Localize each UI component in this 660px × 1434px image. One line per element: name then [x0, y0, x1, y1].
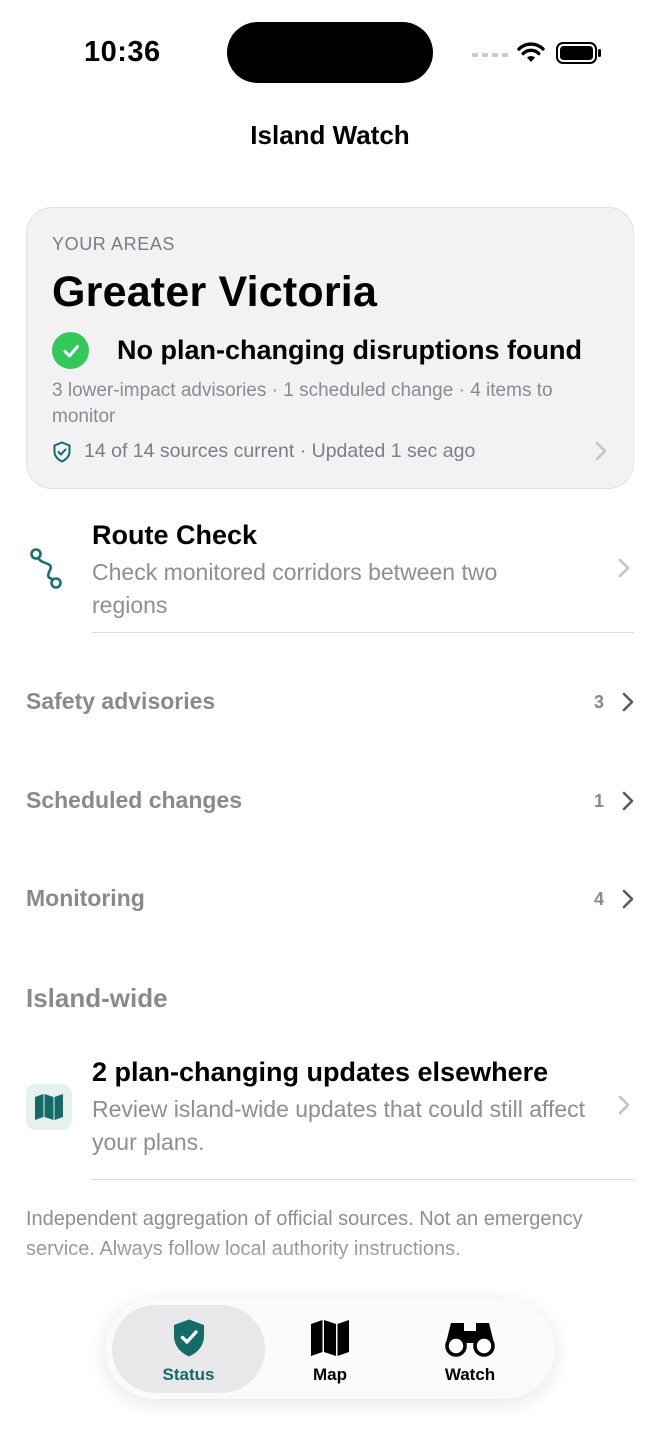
route-check-row[interactable]: Route Check Check monitored corridors be… — [0, 518, 660, 634]
nav-title: Island Watch — [250, 120, 410, 150]
section-label: Safety advisories — [26, 688, 216, 714]
map-icon — [26, 1084, 72, 1130]
chevron-right-icon — [595, 441, 607, 461]
screen: 10:36 Island Watch YOUR AREAS Greater Vi… — [0, 0, 660, 1434]
route-check-subtitle: Check monitored corridors between two re… — [92, 559, 498, 618]
island-wide-updates-row[interactable]: 2 plan-changing updates elsewhere Review… — [0, 1055, 660, 1181]
divider — [92, 632, 634, 633]
tab-label: Watch — [444, 1365, 496, 1384]
tab-watch[interactable]: Watch — [400, 1305, 540, 1393]
chevron-right-icon — [622, 889, 634, 909]
binoculars-icon — [445, 1323, 495, 1357]
section-label: Scheduled changes — [26, 787, 243, 813]
section-count: 1 — [593, 791, 604, 811]
wifi-icon — [517, 42, 545, 62]
tab-label: Map — [313, 1365, 347, 1384]
map-icon — [311, 1320, 349, 1356]
island-wide-heading: Island-wide — [26, 983, 168, 1013]
tab-map[interactable]: Map — [260, 1305, 400, 1393]
chevron-right-icon — [622, 791, 634, 811]
section-row-safety-advisories[interactable]: Safety advisories 3 — [26, 682, 634, 722]
section-count: 4 — [593, 889, 604, 909]
status-bar: 10:36 — [0, 0, 660, 100]
area-summary-text: 3 lower-impact advisories · 1 scheduled … — [52, 380, 553, 427]
island-wide-title: 2 plan-changing updates elsewhere — [92, 1057, 549, 1087]
cellular-signal-icon — [472, 53, 508, 57]
battery-icon — [556, 42, 601, 64]
status-headline: No plan-changing disruptions found — [117, 335, 582, 365]
chevron-right-icon — [618, 1095, 630, 1115]
section-row-scheduled-changes[interactable]: Scheduled changes 1 — [26, 781, 634, 821]
check-circle-icon — [52, 332, 89, 369]
route-check-title: Route Check — [92, 520, 258, 550]
tab-bar: Status Map Watch — [105, 1299, 555, 1399]
sources-row: 14 of 14 sources current · Updated 1 sec… — [52, 440, 475, 463]
shield-check-icon — [53, 440, 71, 463]
status-row: No plan-changing disruptions found — [52, 332, 582, 369]
section-count: 3 — [593, 692, 604, 712]
sources-status: 14 of 14 sources current · Updated 1 sec… — [84, 440, 476, 462]
island-wide-subtitle: Review island-wide updates that could st… — [92, 1096, 586, 1155]
status-time: 10:36 — [84, 36, 161, 68]
chevron-right-icon — [622, 692, 634, 712]
area-name: Greater Victoria — [52, 268, 378, 316]
tab-label: Status — [162, 1365, 215, 1384]
shield-check-icon — [173, 1319, 204, 1357]
divider — [92, 1179, 634, 1180]
area-eyebrow: YOUR AREAS — [52, 234, 176, 254]
dynamic-island — [227, 22, 433, 83]
route-icon — [30, 548, 62, 589]
tab-status[interactable]: Status — [112, 1305, 265, 1393]
section-label: Monitoring — [26, 885, 145, 911]
area-summary-card[interactable]: YOUR AREAS Greater Victoria No plan-chan… — [26, 207, 634, 489]
chevron-right-icon — [618, 558, 630, 578]
section-row-monitoring[interactable]: Monitoring 4 — [26, 879, 634, 919]
